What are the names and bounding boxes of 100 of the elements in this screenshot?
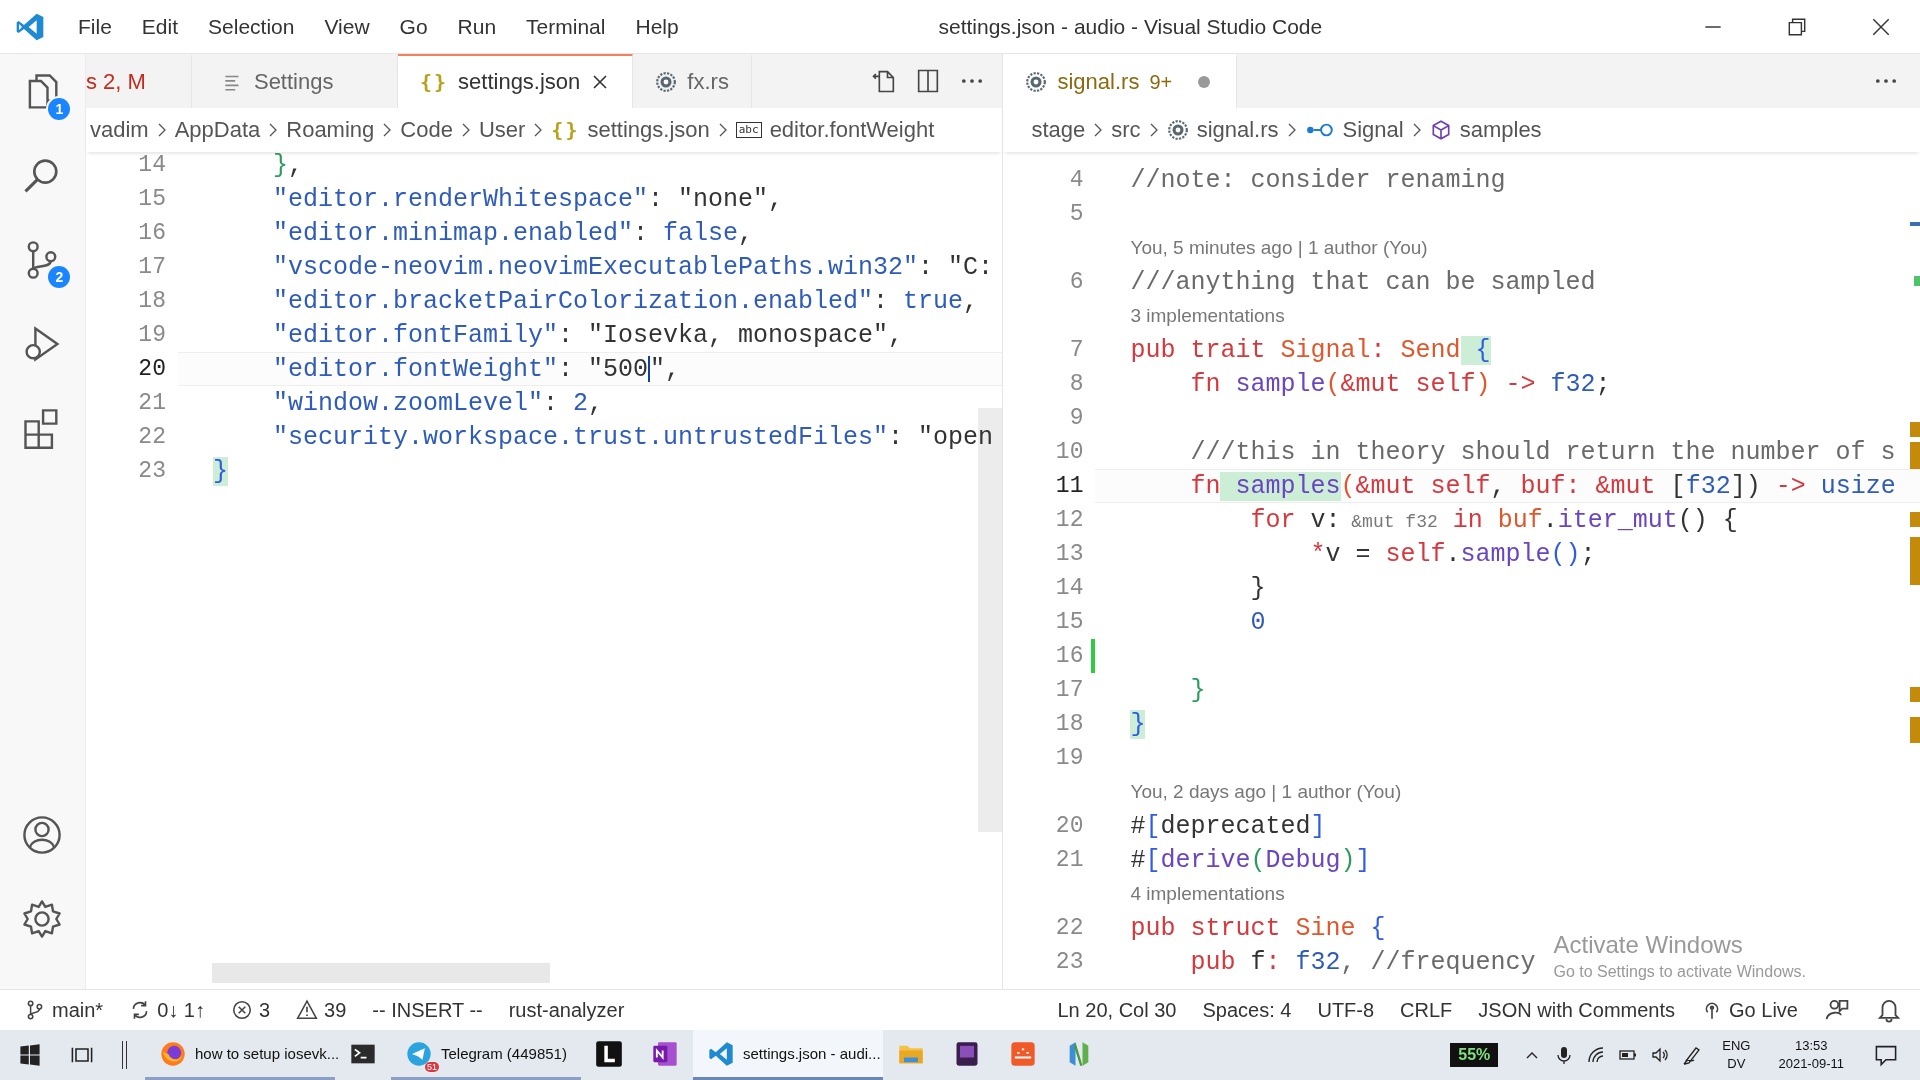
code-line: "editor.fontFamily": "Iosevka, monospace", xyxy=(271,320,904,350)
code-line: "editor.bracketPairColorization.enabled": true, xyxy=(271,286,979,316)
line-number: 8 xyxy=(1069,371,1084,397)
line-number: 9 xyxy=(1069,405,1084,431)
menu-item[interactable]: File xyxy=(78,14,112,39)
line-number: 11 xyxy=(1055,473,1084,499)
line-number: 22 xyxy=(138,424,166,450)
language-indicator[interactable]: ENG DV xyxy=(1722,1037,1751,1073)
breadcrumb-item[interactable]: {} settings.json xyxy=(547,117,714,143)
menu-item[interactable]: Edit xyxy=(141,14,179,39)
status-bar-item[interactable]: 3 xyxy=(230,998,271,1022)
taskbar-app[interactable]: settings.json - audi... xyxy=(693,1030,883,1080)
breadcrumb-item[interactable]: AppData xyxy=(170,117,265,143)
breadcrumb-item[interactable]: Code xyxy=(396,117,457,143)
line-number: 10 xyxy=(1055,439,1084,465)
browser-icon xyxy=(159,1039,187,1068)
notifications-icon[interactable] xyxy=(1874,1043,1898,1067)
line-number: 18 xyxy=(138,288,166,314)
battery-percent: 55% xyxy=(1450,1043,1499,1067)
taskbar-app[interactable]: 51 Telegram (449851) xyxy=(391,1030,581,1080)
breadcrumb-item[interactable]: abc editor.fontWeight xyxy=(731,117,939,143)
status-bar-item[interactable]: JSON with Comments xyxy=(1478,998,1676,1022)
app-icon xyxy=(1009,1039,1037,1068)
line-number: 6 xyxy=(1069,269,1084,295)
menu-item[interactable]: Help xyxy=(635,14,679,39)
code-lens[interactable]: You, 2 days ago | 1 author (You) xyxy=(1083,781,1402,803)
line-number: 21 xyxy=(138,390,166,416)
breadcrumb-item[interactable]: User xyxy=(474,117,530,143)
code-line: ///this in theory should return the number of s xyxy=(1189,437,1896,467)
menu-item[interactable]: Run xyxy=(457,14,497,39)
line-number: 14 xyxy=(1055,575,1084,601)
code-line: fn sample(&mut self) -> f32; xyxy=(1189,369,1611,399)
status-bar-item[interactable]: CRLF xyxy=(1400,998,1453,1022)
breadcrumb-item[interactable]: Signal xyxy=(1300,117,1408,143)
editor-tab[interactable]: fx.rs xyxy=(633,54,752,108)
breadcrumb-item[interactable]: signal.rs xyxy=(1162,117,1283,143)
code-line: 0 xyxy=(1249,607,1266,637)
code-line: } xyxy=(1189,675,1206,705)
status-bar-item[interactable]: rust-analyzer xyxy=(508,998,625,1022)
status-bar-item[interactable]: UTF-8 xyxy=(1317,998,1375,1022)
notebook-icon xyxy=(651,1039,679,1068)
volume-icon[interactable] xyxy=(1650,1045,1671,1065)
code-line: "editor.fontWeight": "500", xyxy=(271,354,681,384)
code-lens[interactable]: 3 implementations xyxy=(1083,305,1285,327)
cube-icon xyxy=(1429,119,1452,141)
line-number: 15 xyxy=(1055,609,1084,635)
line-number: 16 xyxy=(1055,643,1084,669)
menu-item[interactable]: Go xyxy=(399,14,428,39)
gear-icon xyxy=(655,71,678,93)
line-number: 23 xyxy=(138,458,166,484)
breadcrumb-item[interactable]: Roaming xyxy=(282,117,379,143)
badge: 1 xyxy=(46,96,73,122)
code-line: "security.workspace.trust.untrustedFiles": "open xyxy=(271,422,994,452)
code-line: *v = self.sample(); xyxy=(1309,539,1596,569)
status-bar-item[interactable]: main* xyxy=(24,998,104,1022)
start-icon[interactable] xyxy=(18,1043,42,1067)
warning-icon xyxy=(296,999,319,1021)
clock[interactable]: 13:53 2021-09-11 xyxy=(1778,1037,1844,1073)
code-line: pub f: f32, //frequency xyxy=(1189,947,1536,977)
breadcrumb-item[interactable]: samples xyxy=(1425,117,1546,143)
code-line: } xyxy=(1249,573,1266,603)
code-line: ///anything that can be sampled xyxy=(1130,267,1596,297)
menu-item[interactable]: Selection xyxy=(208,14,295,39)
line-number: 22 xyxy=(1055,915,1084,941)
status-bar-item[interactable]: -- INSERT -- xyxy=(372,998,483,1022)
status-bar-item[interactable]: Go Live xyxy=(1701,998,1798,1022)
status-bar-item[interactable]: 39 xyxy=(296,998,347,1022)
status-bar-item[interactable]: 0↓ 1↑ xyxy=(129,998,205,1022)
gear-icon xyxy=(1166,119,1189,141)
code-line: "vscode-neovim.neovimExecutablePaths.win32": "C: xyxy=(271,252,994,282)
app-label: Telegram (449851) xyxy=(441,1045,567,1062)
code-line: //note: consider renaming xyxy=(1130,165,1506,195)
code-line: "editor.minimap.enabled": false, xyxy=(271,218,754,248)
breadcrumb-item[interactable]: src xyxy=(1107,117,1145,143)
line-number: 20 xyxy=(138,356,166,382)
line-number: 13 xyxy=(1055,541,1084,567)
status-bar-item[interactable]: Spaces: 4 xyxy=(1202,998,1292,1022)
editor-tab[interactable]: {} settings.json xyxy=(397,54,634,108)
line-number: 19 xyxy=(1055,745,1084,771)
code-lens[interactable]: 4 implementations xyxy=(1083,883,1285,905)
menu-item[interactable]: View xyxy=(324,14,370,39)
gear-icon xyxy=(1025,71,1048,93)
line-number: 15 xyxy=(138,186,166,212)
code-line: fn samples(&mut self, buf: &mut [f32]) -> usize xyxy=(1189,471,1896,501)
badge: 51 xyxy=(425,1061,439,1072)
window-title: settings.json - audio - Visual Studio Code xyxy=(937,14,1324,39)
code-lens[interactable]: You, 5 minutes ago | 1 author (You) xyxy=(1083,237,1428,259)
breadcrumb-item[interactable]: vadim xyxy=(85,117,153,143)
line-number: 17 xyxy=(1055,677,1084,703)
menu-item[interactable]: Terminal xyxy=(526,14,606,39)
line-number: 21 xyxy=(1055,847,1084,873)
breadcrumb-item[interactable]: stage xyxy=(1027,117,1090,143)
editor-tab[interactable]: signal.rs 9+ xyxy=(1003,54,1238,108)
code-line: "window.zoomLevel": 2, xyxy=(271,388,604,418)
status-bar-item[interactable]: Ln 20, Col 30 xyxy=(1057,998,1177,1022)
activation-notice-text: Go to Settings to activate Windows. xyxy=(1553,963,1807,981)
line-number: 20 xyxy=(1055,813,1084,839)
editor-tab[interactable]: s 2, M xyxy=(85,54,192,108)
status-bar-item[interactable] xyxy=(1876,997,1902,1023)
editor-tab[interactable]: Settings xyxy=(191,54,398,108)
